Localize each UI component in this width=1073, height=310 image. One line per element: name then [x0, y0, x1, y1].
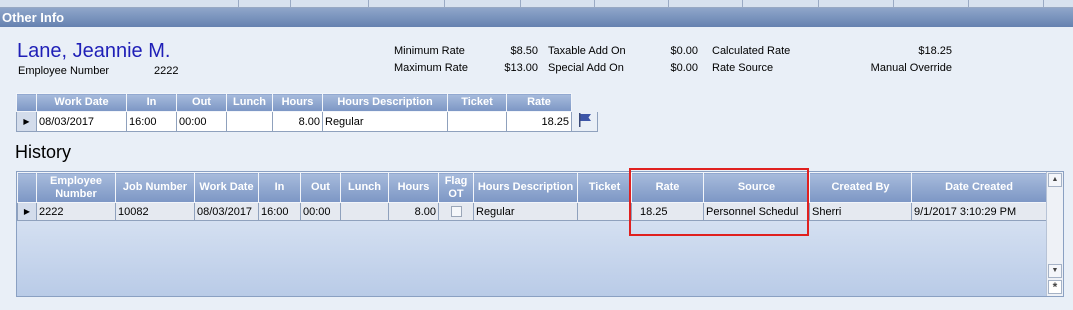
history-header-out[interactable]: Out: [300, 172, 341, 203]
highlight-box: [629, 168, 809, 236]
taxable-add-on-value: $0.00: [670, 45, 698, 57]
history-header-ticket[interactable]: Ticket: [577, 172, 632, 203]
flag-button[interactable]: [571, 111, 598, 132]
history-table: Employee Number Job Number Work Date In …: [17, 172, 1047, 221]
cell-hours-description[interactable]: Regular: [322, 111, 448, 132]
calculated-rate-label: Calculated Rate: [712, 45, 791, 57]
history-header-created-by[interactable]: Created By: [809, 172, 912, 203]
row-selector-icon[interactable]: ▶: [16, 111, 37, 132]
scroll-down-icon[interactable]: ▼: [1048, 264, 1062, 278]
cell-created-by[interactable]: Sherri: [809, 202, 912, 221]
header-work-date[interactable]: Work Date: [36, 93, 127, 112]
table-row[interactable]: ▶ 2222 10082 08/03/2017 16:00 00:00 8.00…: [17, 202, 1047, 221]
rate-source-value: Manual Override: [870, 62, 952, 74]
header-out[interactable]: Out: [176, 93, 227, 112]
cell-lunch[interactable]: [226, 111, 273, 132]
row-selector-icon[interactable]: ▶: [17, 202, 37, 221]
header-in[interactable]: In: [126, 93, 177, 112]
work-grid: Work Date In Out Lunch Hours Hours Descr…: [16, 93, 598, 132]
header-ticket[interactable]: Ticket: [447, 93, 507, 112]
header-lunch[interactable]: Lunch: [226, 93, 273, 112]
cell-hours[interactable]: 8.00: [388, 202, 439, 221]
cell-job-number[interactable]: 10082: [115, 202, 195, 221]
history-header-flag-ot[interactable]: Flag OT: [438, 172, 474, 203]
cell-date-created[interactable]: 9/1/2017 3:10:29 PM: [911, 202, 1047, 221]
cell-employee-number[interactable]: 2222: [36, 202, 116, 221]
history-header-hours[interactable]: Hours: [388, 172, 439, 203]
max-rate-value: $13.00: [504, 62, 538, 74]
header-corner: [16, 93, 37, 112]
scroll-up-icon[interactable]: ▲: [1048, 173, 1062, 187]
history-header-lunch[interactable]: Lunch: [340, 172, 389, 203]
history-header-work-date[interactable]: Work Date: [194, 172, 259, 203]
history-header-job-number[interactable]: Job Number: [115, 172, 195, 203]
cell-out[interactable]: 00:00: [176, 111, 227, 132]
history-grid: Employee Number Job Number Work Date In …: [16, 171, 1064, 297]
history-header-in[interactable]: In: [258, 172, 301, 203]
flag-ot-checkbox[interactable]: [450, 206, 462, 218]
flag-icon: [578, 113, 591, 127]
employee-number-value: 2222: [154, 65, 179, 77]
history-scrollbar[interactable]: ▲ ▼ *: [1046, 172, 1063, 296]
cell-hours-description[interactable]: Regular: [473, 202, 578, 221]
cell-in[interactable]: 16:00: [258, 202, 301, 221]
cell-ticket[interactable]: [577, 202, 632, 221]
cell-lunch[interactable]: [340, 202, 389, 221]
cell-flag-ot[interactable]: [438, 202, 474, 221]
cell-ticket[interactable]: [447, 111, 507, 132]
special-add-on-label: Special Add On: [548, 62, 624, 74]
cell-in[interactable]: 16:00: [126, 111, 177, 132]
cell-hours[interactable]: 8.00: [272, 111, 323, 132]
history-header-employee-number[interactable]: Employee Number: [36, 172, 116, 203]
table-row[interactable]: ▶ 08/03/2017 16:00 00:00 8.00 Regular 18…: [16, 111, 598, 132]
history-header-date-created[interactable]: Date Created: [911, 172, 1047, 203]
cell-rate[interactable]: 18.25: [506, 111, 572, 132]
calculated-rate-value: $18.25: [918, 45, 952, 57]
special-add-on-value: $0.00: [670, 62, 698, 74]
cell-work-date[interactable]: 08/03/2017: [36, 111, 127, 132]
header-hours-description[interactable]: Hours Description: [322, 93, 448, 112]
header-hours[interactable]: Hours: [272, 93, 323, 112]
rate-source-label: Rate Source: [712, 62, 774, 74]
cell-out[interactable]: 00:00: [300, 202, 341, 221]
taxable-add-on-label: Taxable Add On: [548, 45, 626, 57]
header-rate[interactable]: Rate: [506, 93, 572, 112]
min-rate-value: $8.50: [510, 45, 538, 57]
history-header-hours-description[interactable]: Hours Description: [473, 172, 578, 203]
max-rate-label: Maximum Rate: [394, 62, 468, 74]
section-header: Other Info: [0, 8, 1073, 27]
min-rate-label: Minimum Rate: [394, 45, 465, 57]
top-strip: [0, 0, 1073, 8]
employee-number-label: Employee Number: [18, 65, 110, 77]
history-header-corner: [17, 172, 37, 203]
cell-work-date[interactable]: 08/03/2017: [194, 202, 259, 221]
employee-name: Lane, Jeannie M.: [17, 40, 171, 62]
header-blank: [571, 93, 598, 112]
history-title: History: [15, 142, 72, 162]
new-row-icon[interactable]: *: [1048, 280, 1062, 294]
